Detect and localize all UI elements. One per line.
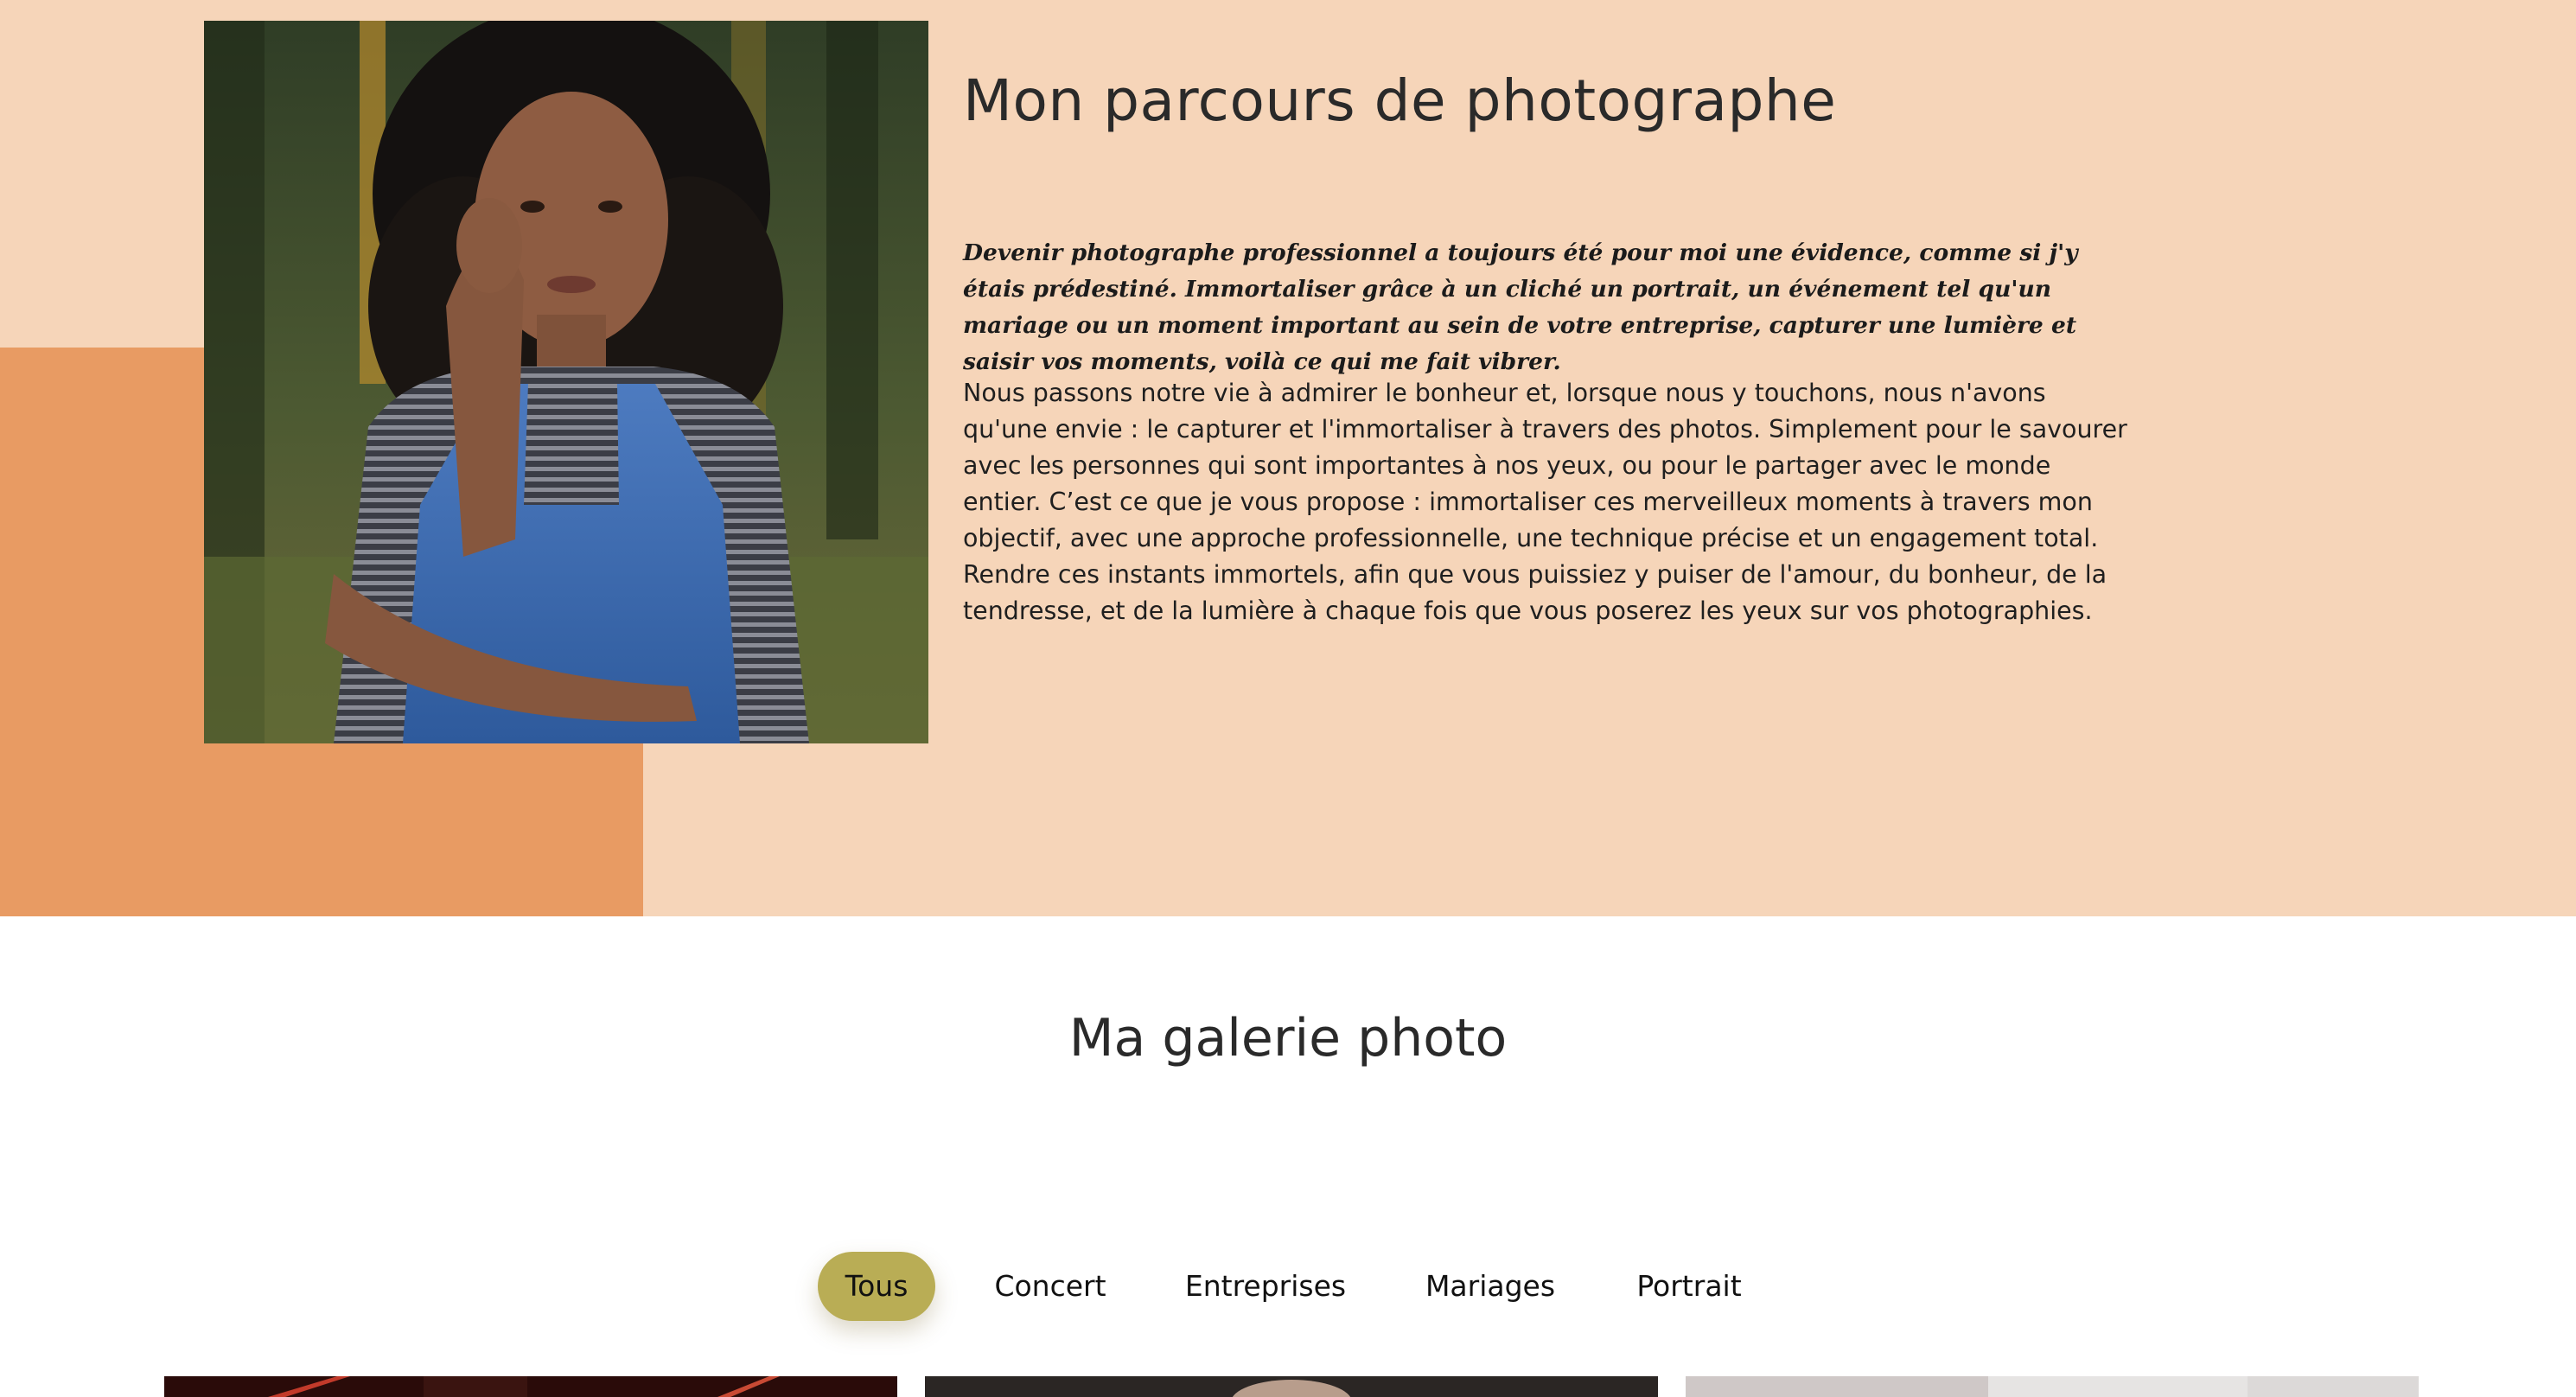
filter-mariages[interactable]: Mariages (1407, 1252, 1573, 1321)
filter-portrait[interactable]: Portrait (1620, 1252, 1758, 1321)
gallery-thumbnail[interactable] (1686, 1376, 2419, 1397)
filter-entreprises[interactable]: Entreprises (1172, 1252, 1359, 1321)
filter-tous[interactable]: Tous (818, 1252, 935, 1321)
portrait-photo (204, 21, 928, 743)
gallery-title: Ma galerie photo (1068, 1008, 1508, 1068)
filter-concert[interactable]: Concert (977, 1252, 1124, 1321)
about-quote: Devenir photographe professionnel a touj… (963, 239, 2078, 375)
gallery-thumbnail[interactable] (164, 1376, 897, 1397)
about-section: Mon parcours de photographe Devenir phot… (0, 0, 2576, 916)
gallery-thumbnail[interactable] (925, 1376, 1658, 1397)
about-body-text: Nous passons notre vie à admirer le bonh… (963, 379, 2127, 625)
about-title: Mon parcours de photographe (963, 67, 1837, 134)
gallery-filter-bar: Tous Concert Entreprises Mariages Portra… (0, 1252, 2576, 1321)
